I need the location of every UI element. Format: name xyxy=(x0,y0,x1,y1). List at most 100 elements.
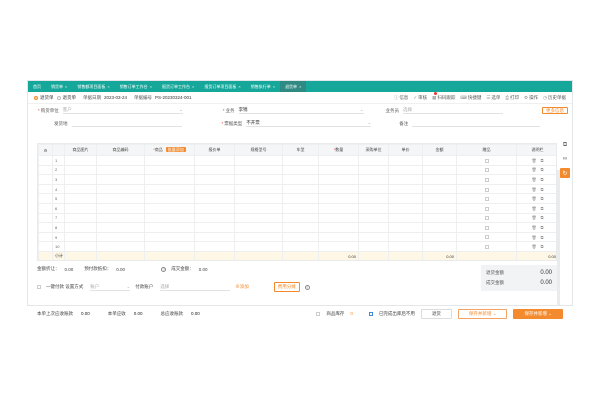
table-row[interactable]: 2 🗑 ⧉ xyxy=(38,164,556,176)
row-handle[interactable] xyxy=(38,174,53,185)
grid-cell[interactable] xyxy=(234,202,283,214)
copy-icon[interactable]: ⧉ xyxy=(541,215,544,220)
pay-account-input[interactable]: 选择 xyxy=(160,284,231,291)
row-actions[interactable]: 🗑 ⧉ xyxy=(516,212,556,224)
grid-cell[interactable] xyxy=(144,212,195,224)
grid-cell[interactable] xyxy=(96,212,145,224)
tab-3[interactable]: 销售订单工作台 × xyxy=(115,81,157,92)
add-payment-button[interactable]: ⊕添加 xyxy=(235,284,249,290)
grid-cell[interactable] xyxy=(422,174,457,185)
grid-cell[interactable] xyxy=(358,164,389,176)
grid-cell[interactable] xyxy=(282,212,319,224)
tool-keyboard-button[interactable]: ⌨ 快捷键 xyxy=(460,95,481,101)
save-add-button[interactable]: 保存并新增 ⌄ xyxy=(457,308,508,319)
row-actions[interactable]: 🗑 ⧉ xyxy=(516,193,556,204)
gift-cell[interactable] xyxy=(456,202,517,214)
customer-input[interactable]: 客户 ⌄ xyxy=(62,107,183,114)
grid-cell[interactable] xyxy=(318,193,359,204)
row-handle[interactable] xyxy=(38,231,53,243)
salesman-input[interactable]: 选择 xyxy=(403,107,504,114)
grid-cell[interactable] xyxy=(194,164,235,176)
grid-cell[interactable] xyxy=(194,183,235,195)
gift-checkbox[interactable] xyxy=(484,235,489,240)
close-icon[interactable]: × xyxy=(238,84,240,89)
close-icon[interactable]: × xyxy=(192,84,194,89)
grid-cell[interactable] xyxy=(234,174,283,185)
grid-cell[interactable] xyxy=(388,222,423,233)
grid-cell[interactable] xyxy=(194,212,235,224)
close-icon[interactable]: × xyxy=(299,84,301,89)
link-icon[interactable]: ∞ xyxy=(560,154,570,164)
grid-cell[interactable] xyxy=(318,212,359,224)
grid-cell[interactable] xyxy=(234,183,283,195)
grid-cell[interactable] xyxy=(64,174,97,185)
grid-cell[interactable] xyxy=(358,212,389,224)
grid-cell[interactable] xyxy=(388,202,423,214)
grid-cell[interactable] xyxy=(282,222,319,233)
grid-cell[interactable] xyxy=(96,164,145,176)
row-actions[interactable]: 🗑 ⧉ xyxy=(516,164,556,176)
grid-cell[interactable] xyxy=(422,222,457,233)
row-handle[interactable] xyxy=(38,202,53,214)
date-value[interactable]: 2023-03-24 xyxy=(104,95,127,100)
deduct-value[interactable]: 0.00 xyxy=(116,267,156,272)
row-handle[interactable] xyxy=(38,183,53,195)
row-actions[interactable]: 🗑 ⧉ xyxy=(516,231,556,243)
grid-cell[interactable] xyxy=(96,174,145,185)
gift-checkbox[interactable] xyxy=(484,158,489,163)
delete-icon[interactable]: 🗑 xyxy=(532,177,537,182)
gift-cell[interactable] xyxy=(456,241,517,252)
sales-input[interactable]: 李锦 ⌄ xyxy=(238,107,364,114)
grid-cell[interactable] xyxy=(422,212,457,224)
account-select[interactable]: 账户 ⌄ xyxy=(90,284,131,291)
table-row[interactable]: 4 🗑 ⧉ xyxy=(38,183,556,195)
grid-cell[interactable] xyxy=(194,193,235,204)
grid-cell[interactable] xyxy=(144,193,195,204)
copy-icon[interactable]: ⧉ xyxy=(541,167,544,172)
gift-cell[interactable] xyxy=(456,193,517,204)
grid-cell[interactable] xyxy=(282,174,319,185)
row-actions[interactable]: 🗑 ⧉ xyxy=(516,183,556,195)
tool-print-button[interactable]: ⎙ 打印 xyxy=(505,95,519,101)
grid-cell[interactable] xyxy=(422,202,457,214)
close-icon[interactable]: × xyxy=(65,84,67,89)
grid-cell[interactable] xyxy=(144,155,195,166)
stock-checkbox[interactable] xyxy=(316,311,321,316)
gift-cell[interactable] xyxy=(456,231,517,243)
row-actions[interactable]: 🗑 ⧉ xyxy=(516,155,556,166)
grid-cell[interactable] xyxy=(358,222,389,233)
copy-icon[interactable]: ⧉ xyxy=(541,177,544,182)
return-button[interactable]: 退货 xyxy=(420,308,452,319)
grid-cell[interactable] xyxy=(144,231,195,243)
outbound-checkbox[interactable] xyxy=(368,311,373,316)
cost-allocation-button[interactable]: 费用分摊 xyxy=(273,282,300,292)
row-actions[interactable]: 🗑 ⧉ xyxy=(516,202,556,214)
gift-checkbox[interactable] xyxy=(484,216,489,221)
gift-checkbox[interactable] xyxy=(484,177,489,182)
grid-cell[interactable] xyxy=(234,164,283,176)
grid-cell[interactable] xyxy=(194,174,235,185)
grid-cell[interactable] xyxy=(64,202,97,214)
gift-cell[interactable] xyxy=(456,183,517,195)
tab-6[interactable]: 销售执行单 × xyxy=(246,81,280,92)
copy-icon[interactable]: ⧉ xyxy=(541,206,544,211)
gift-checkbox[interactable] xyxy=(484,206,489,211)
gift-checkbox[interactable] xyxy=(484,245,489,250)
gift-checkbox[interactable] xyxy=(484,225,489,230)
grid-cell[interactable] xyxy=(358,183,389,195)
grid-cell[interactable] xyxy=(144,222,195,233)
tab-2[interactable]: 销售额项目面板 × xyxy=(72,81,114,92)
grid-cell[interactable] xyxy=(422,164,457,176)
discount-value[interactable]: 0.00 xyxy=(65,267,74,272)
grid-cell[interactable] xyxy=(358,193,389,204)
grid-cell[interactable] xyxy=(422,241,457,252)
grid-cell[interactable] xyxy=(64,183,97,195)
table-row[interactable]: 9 🗑 ⧉ xyxy=(38,231,556,243)
grid-cell[interactable] xyxy=(144,174,195,185)
grid-cell[interactable] xyxy=(96,202,145,214)
tool-info-button[interactable]: ⓘ 信息 xyxy=(394,95,409,101)
table-row[interactable]: 5 🗑 ⧉ xyxy=(38,193,556,204)
grid-cell[interactable] xyxy=(388,155,423,166)
row-handle[interactable] xyxy=(38,155,53,166)
grid-cell[interactable] xyxy=(194,231,235,243)
